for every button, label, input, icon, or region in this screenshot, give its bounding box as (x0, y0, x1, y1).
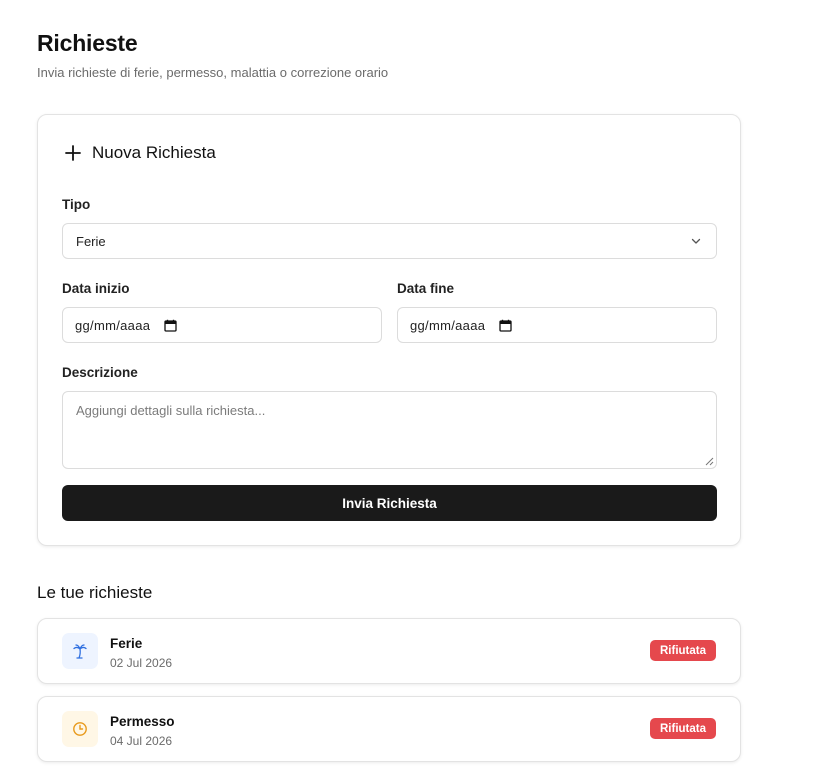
type-select-value: Ferie (76, 233, 106, 249)
end-date-input[interactable]: gg/mm/aaaa (397, 307, 717, 343)
request-date: 02 Jul 2026 (110, 656, 173, 670)
calendar-icon[interactable] (164, 319, 177, 332)
request-item[interactable]: Permesso 04 Jul 2026 Rifiutata (37, 696, 741, 762)
card-title: Nuova Richiesta (92, 143, 216, 162)
description-label: Descrizione (62, 365, 138, 380)
start-date-input[interactable]: gg/mm/aaaa (62, 307, 382, 343)
new-request-card: Nuova Richiesta Tipo Ferie Data inizio g… (37, 114, 741, 546)
start-date-value: gg/mm/aaaa (75, 317, 151, 333)
page-title: Richieste (37, 30, 138, 56)
calendar-icon[interactable] (499, 319, 512, 332)
status-badge: Rifiutata (650, 640, 716, 661)
end-date-value: gg/mm/aaaa (410, 317, 486, 333)
request-item[interactable]: Ferie 02 Jul 2026 Rifiutata (37, 618, 741, 684)
clock-icon (62, 711, 98, 747)
description-placeholder: Aggiungi dettagli sulla richiesta... (76, 403, 266, 418)
resize-handle-icon[interactable] (705, 457, 714, 466)
end-date-label: Data fine (397, 281, 455, 296)
palm-tree-icon (62, 633, 98, 669)
page-subtitle: Invia richieste di ferie, permesso, mala… (37, 65, 389, 80)
description-textarea[interactable]: Aggiungi dettagli sulla richiesta... (62, 391, 717, 469)
type-label: Tipo (62, 197, 91, 212)
requests-section-title: Le tue richieste (37, 583, 153, 602)
request-type: Permesso (110, 714, 175, 729)
status-badge: Rifiutata (650, 718, 716, 739)
submit-button[interactable]: Invia Richiesta (62, 485, 717, 521)
card-header: Nuova Richiesta (64, 143, 216, 163)
request-date: 04 Jul 2026 (110, 734, 173, 748)
type-select[interactable]: Ferie (62, 223, 717, 259)
plus-icon (65, 145, 81, 161)
start-date-label: Data inizio (62, 281, 130, 296)
request-type: Ferie (110, 636, 143, 651)
chevron-down-icon (691, 238, 701, 244)
